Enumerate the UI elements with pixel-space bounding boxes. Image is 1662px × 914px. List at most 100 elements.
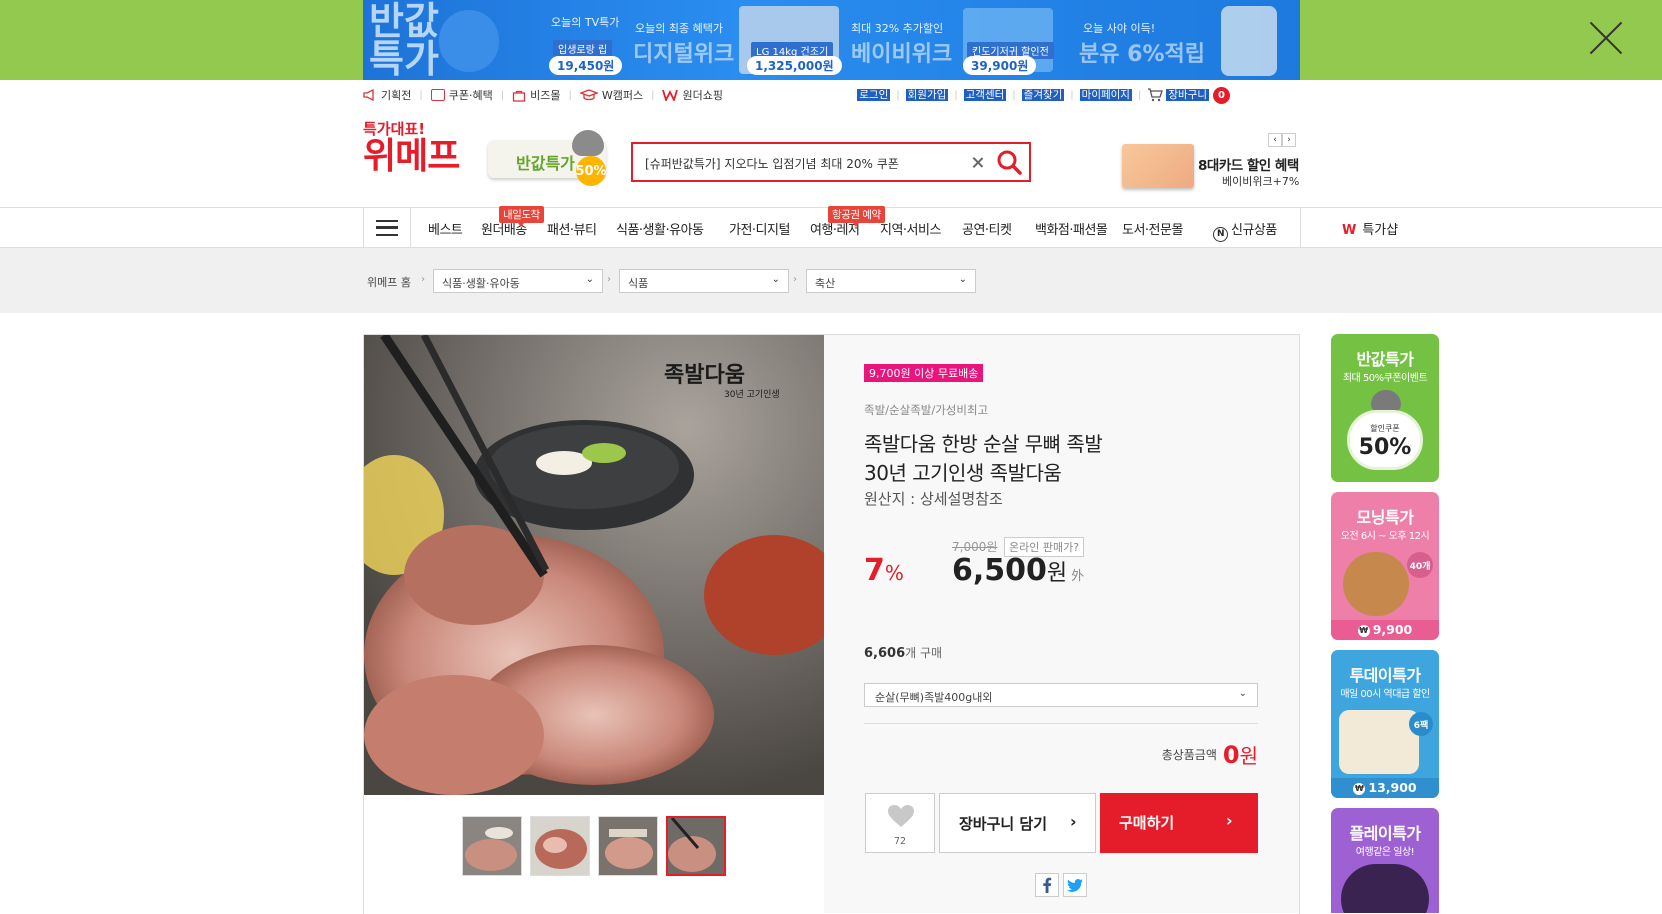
chevron-down-icon: ⌄ xyxy=(958,274,967,285)
favorites-link[interactable]: 즐겨찾기 xyxy=(1021,89,1065,101)
util-link-bizmall[interactable]: 비즈몰 xyxy=(512,87,560,103)
facebook-icon xyxy=(1043,877,1052,893)
cart-button-label: 장바구니 담기 xyxy=(959,815,1048,833)
card-discount-ad[interactable]: 8대카드 할인 혜택 베이비위크+7% xyxy=(1110,140,1300,192)
side-promo-half-price[interactable]: 반값특가 최대 50%쿠폰이벤트 할인쿠폰 50% xyxy=(1331,334,1439,482)
banner-digital-segment[interactable]: 오늘의 최종 혜택가 디지털위크 LG 14kg 건조기 1,325,000원 xyxy=(633,0,843,80)
nav-department[interactable]: 백화점·패션몰 xyxy=(1035,219,1108,238)
won-coin-icon: ₩ xyxy=(1353,783,1366,795)
facebook-share-button[interactable] xyxy=(1035,873,1059,897)
login-link[interactable]: 로그인 xyxy=(857,89,891,101)
util-link-wondershopping[interactable]: 원더쇼핑 xyxy=(662,87,723,103)
like-button[interactable]: 72 xyxy=(865,793,935,853)
banner-baby-segment[interactable]: 최대 32% 추가할인 베이비위크 킨도기저귀 할인전 39,900원 xyxy=(851,0,1071,80)
util-link-exhibition[interactable]: 기획전 xyxy=(363,87,411,103)
w-logo-icon xyxy=(662,89,679,101)
side-promo-play[interactable]: 플레이특가 여행같은 일상! xyxy=(1331,808,1439,913)
twitter-icon xyxy=(1067,878,1083,892)
nav-wonder-delivery[interactable]: 내일도착 원더배송 xyxy=(481,206,544,238)
banner-seg4-small: 오늘 사야 이득! xyxy=(1083,22,1156,35)
menu-icon[interactable] xyxy=(363,208,411,247)
utility-nav-left: 기획전 | 쿠폰·혜택 | 비즈몰 | W캠퍼스 | 원더쇼핑 xyxy=(363,86,731,104)
util-label: 쿠폰·혜택 xyxy=(448,89,493,102)
nav-best[interactable]: 베스트 xyxy=(428,219,463,238)
nav-wshop[interactable]: W 특가샵 xyxy=(1342,219,1398,238)
won-coin-icon: ₩ xyxy=(1357,625,1370,637)
product-thumbnail-active[interactable] xyxy=(666,816,726,876)
banner-seg1-price: 19,450원 xyxy=(549,56,623,75)
side-promo-subtitle: 여행같은 일상! xyxy=(1355,847,1415,858)
close-icon[interactable] xyxy=(1586,18,1626,58)
nav-books[interactable]: 도서·전문몰 xyxy=(1122,219,1183,238)
banner-tv-segment[interactable]: 오늘의 TV특가 입생로랑 립 19,450원 xyxy=(523,0,633,80)
side-promo-subtitle: 매일 00시 역대급 할인 xyxy=(1340,689,1430,700)
ad-rolling-controls: ‹ › xyxy=(1268,133,1296,147)
cart-count-badge: 0 xyxy=(1213,86,1230,104)
nav-ticket[interactable]: 공연·티켓 xyxy=(962,219,1012,238)
free-shipping-badge: 9,700원 이상 무료배송 xyxy=(864,364,984,382)
support-link[interactable]: 고객센터 xyxy=(963,89,1007,101)
option-value: 순살(무뼈)족발400g내외 xyxy=(875,691,993,704)
category-nav: 베스트 내일도착 원더배송 패션·뷰티 식품·생활·유아동 가전·디지털 항공권… xyxy=(0,206,1662,248)
banner-title-line1: 반값 xyxy=(369,0,439,43)
top-banner[interactable]: 반값 특가 오늘의 TV특가 입생로랑 립 19,450원 오늘의 최종 혜택가… xyxy=(363,0,1300,80)
breadcrumb-home[interactable]: 위메프 홈 xyxy=(367,274,411,290)
site-logo[interactable]: 특가대표! 위메프 xyxy=(363,120,471,182)
side-promo-morning[interactable]: 모닝특가 오전 6시 ~ 오후 12시 40개 ₩9,900 xyxy=(1331,492,1439,640)
nav-label: 신규상품 xyxy=(1231,223,1277,238)
coupon-icon xyxy=(430,89,445,101)
search-input[interactable] xyxy=(645,152,965,174)
bag-icon xyxy=(512,90,526,102)
buy-now-button[interactable]: 구매하기 › xyxy=(1100,793,1258,853)
search-icon[interactable] xyxy=(995,148,1023,176)
product-main-image[interactable]: 족발다움 30년 고기인생 xyxy=(364,335,824,795)
breadcrumb-select-level3[interactable]: 축산 ⌄ xyxy=(806,269,976,293)
product-thumbnail[interactable] xyxy=(598,816,658,876)
buy-button-label: 구매하기 xyxy=(1119,814,1175,832)
chevron-right-icon: › xyxy=(421,274,425,285)
util-link-coupon[interactable]: 쿠폰·혜택 xyxy=(430,87,493,103)
add-to-cart-button[interactable]: 장바구니 담기 › xyxy=(939,793,1096,853)
twitter-share-button[interactable] xyxy=(1063,873,1087,897)
nav-fashion[interactable]: 패션·뷰티 xyxy=(547,219,597,238)
chevron-right-icon: › xyxy=(607,274,611,285)
clear-icon[interactable] xyxy=(969,154,987,172)
total-amount: 0 xyxy=(1222,741,1240,769)
breadcrumb-select-level2[interactable]: 식품 ⌄ xyxy=(619,269,789,293)
nav-food[interactable]: 식품·생활·유아동 xyxy=(616,219,704,238)
product-thumbnail[interactable] xyxy=(462,816,522,876)
util-label: 기획전 xyxy=(381,89,412,102)
prev-arrow-icon[interactable]: ‹ xyxy=(1268,133,1282,147)
banner-seg2-title: 디지털위크 xyxy=(633,42,735,67)
chevron-right-icon: › xyxy=(793,274,797,285)
nav-digital[interactable]: 가전·디지털 xyxy=(729,219,790,238)
option-select[interactable]: 순살(무뼈)족발400g내외 ⌄ xyxy=(864,683,1258,707)
sold-count: 6,606개 구매 xyxy=(864,644,942,661)
product-thumbnail[interactable] xyxy=(530,816,590,876)
side-promo-title: 투데이특가 xyxy=(1349,666,1421,685)
heart-icon xyxy=(888,805,914,827)
util-link-wcampus[interactable]: W캠퍼스 xyxy=(579,87,643,103)
banner-seg4-title: 분유 6%적립 xyxy=(1079,42,1205,67)
cart-link[interactable]: 장바구니 0 xyxy=(1147,86,1230,104)
half-price-promo-badge[interactable]: 반값특가 50% xyxy=(488,130,612,186)
side-promo-price-value: 9,900 xyxy=(1372,622,1413,637)
side-promo-today[interactable]: 투데이특가 매일 00시 역대급 할인 6팩 ₩13,900 xyxy=(1331,650,1439,798)
nav-travel[interactable]: 항공권 예약 여행·레저 xyxy=(810,206,885,238)
chevron-right-icon: › xyxy=(1226,811,1233,830)
next-arrow-icon[interactable]: › xyxy=(1282,133,1296,147)
banner-seg3-small: 최대 32% 추가할인 xyxy=(851,22,944,35)
nav-new[interactable]: N 신규상품 xyxy=(1213,219,1277,242)
product-title-line1: 족발다움 한방 순살 무뼈 족발 xyxy=(864,432,1103,456)
image-brand-mark: 족발다움 xyxy=(664,362,745,388)
nav-local[interactable]: 지역·서비스 xyxy=(880,219,941,238)
banner-formula-segment[interactable]: 오늘 사야 이득! 분유 6%적립 xyxy=(1079,0,1299,80)
banner-half-price-segment[interactable]: 반값 특가 xyxy=(369,0,519,80)
discount-unit: % xyxy=(884,561,904,585)
breadcrumb-select-level1[interactable]: 식품·생활·유아동 ⌄ xyxy=(433,269,603,293)
side-promo-title: 반값특가 xyxy=(1356,350,1414,369)
banner-seg2-small: 오늘의 최종 혜택가 xyxy=(635,22,723,35)
card-ad-subtitle: 베이비위크+7% xyxy=(1222,175,1300,188)
signup-link[interactable]: 회원가입 xyxy=(905,89,949,101)
mypage-link[interactable]: 마이페이지 xyxy=(1079,89,1132,101)
